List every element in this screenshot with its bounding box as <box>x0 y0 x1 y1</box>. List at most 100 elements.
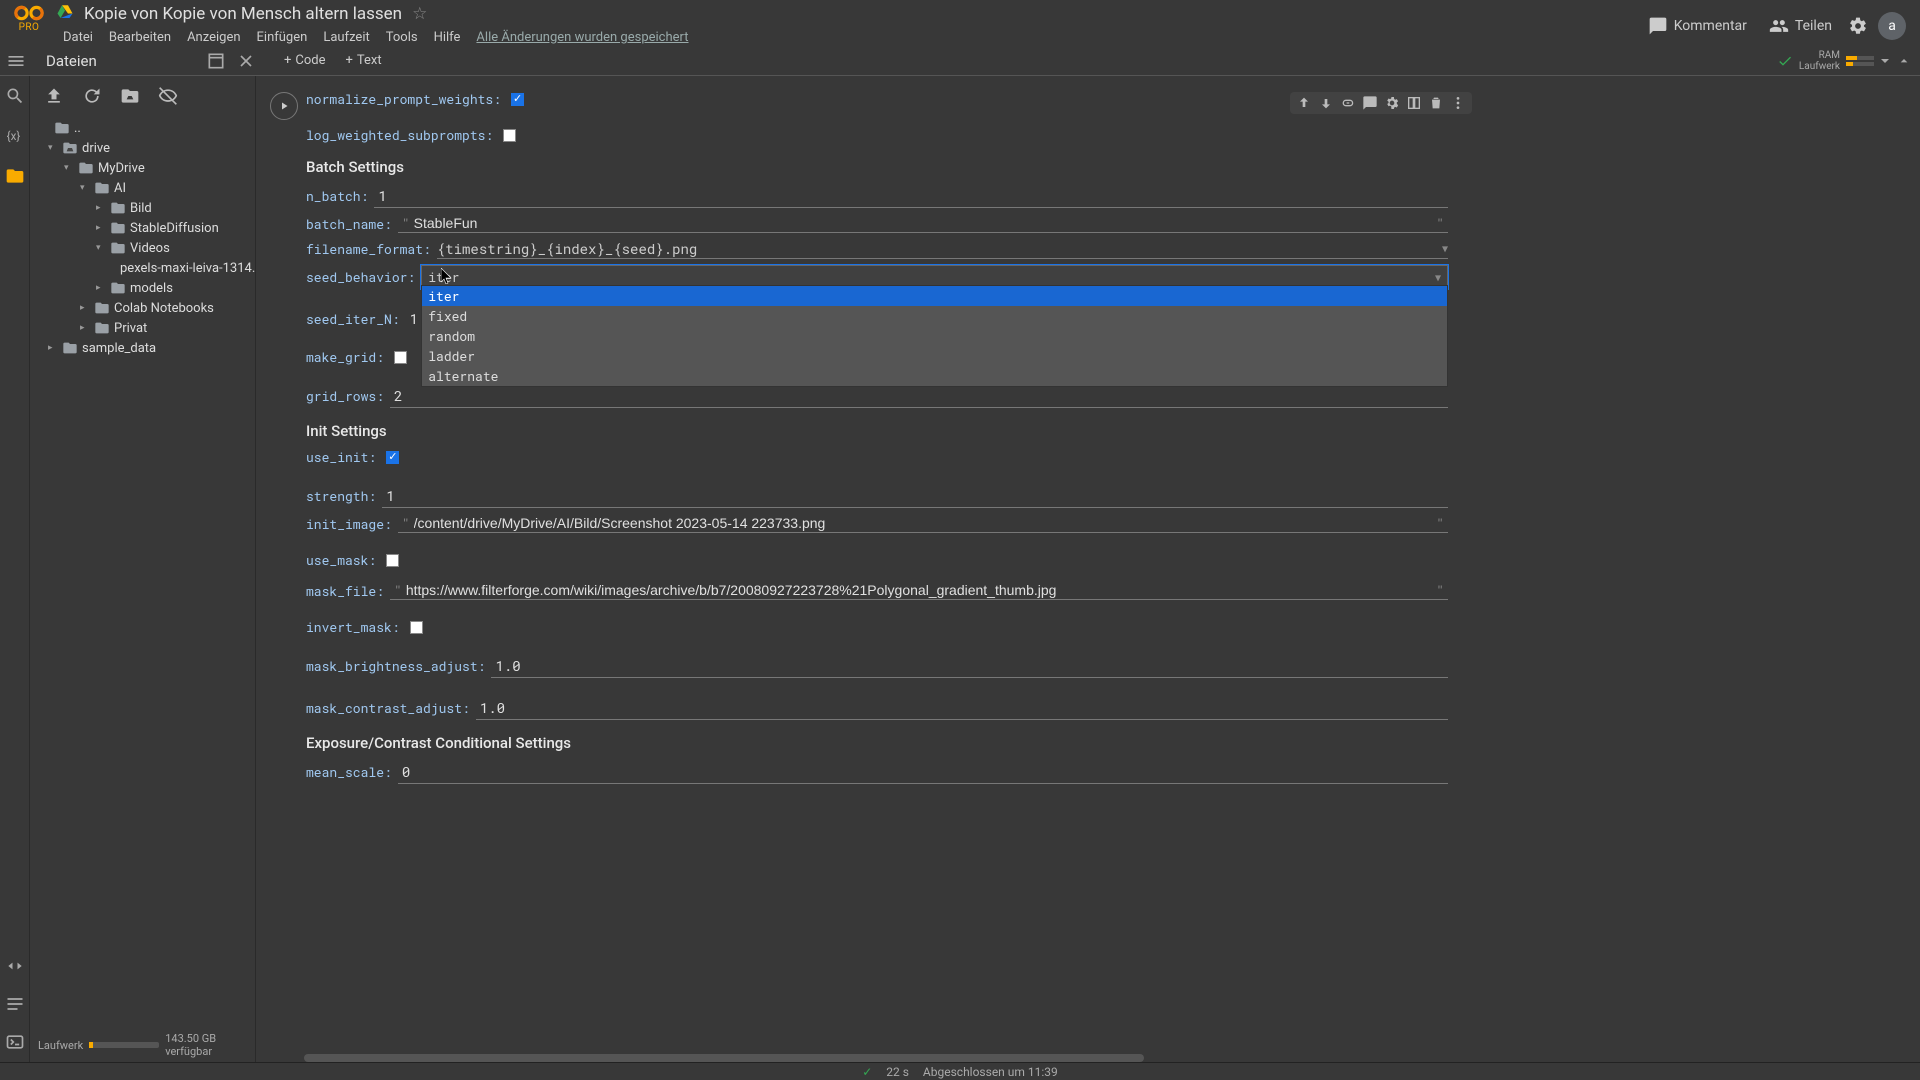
variables-icon[interactable]: {x} <box>5 126 25 146</box>
share-icon <box>1769 16 1789 36</box>
mask-contrast-input[interactable] <box>476 696 1448 720</box>
colab-logo-icon[interactable] <box>14 3 44 23</box>
use-init-checkbox[interactable] <box>386 451 399 464</box>
files-tab-icon[interactable] <box>5 166 25 186</box>
normalize-prompt-weights-checkbox[interactable] <box>511 93 524 106</box>
search-icon[interactable] <box>5 86 25 106</box>
tree-item[interactable]: ▸Privat <box>34 318 251 338</box>
row-use-init: use_init: <box>306 448 1448 466</box>
tree-label: pexels-maxi-leiva-1314… <box>120 261 255 276</box>
row-filename-format: filename_format: {timestring}_{index}_{s… <box>306 239 1448 259</box>
hidden-files-icon[interactable] <box>158 86 178 106</box>
field-label: n_batch: <box>306 187 368 205</box>
use-mask-checkbox[interactable] <box>386 554 399 567</box>
tree-item[interactable]: ▾drive <box>34 138 251 158</box>
field-label: use_mask: <box>306 551 376 569</box>
tree-label: Bild <box>130 201 152 216</box>
field-label: grid_rows: <box>306 387 384 405</box>
share-button[interactable]: Teilen <box>1763 12 1838 40</box>
mask-brightness-input[interactable] <box>491 654 1448 678</box>
save-status[interactable]: Alle Änderungen wurden gespeichert <box>469 27 695 48</box>
add-text-button[interactable]: +Text <box>338 51 390 70</box>
dropdown-option-alternate[interactable]: alternate <box>422 366 1447 386</box>
tree-item[interactable]: pexels-maxi-leiva-1314… <box>34 258 251 278</box>
settings-icon[interactable] <box>1848 16 1868 36</box>
new-window-icon[interactable] <box>206 51 226 71</box>
dropdown-option-fixed[interactable]: fixed <box>422 306 1447 326</box>
batch-name-input[interactable] <box>414 215 1433 231</box>
disk-bar <box>89 1042 159 1048</box>
field-label: filename_format: <box>306 240 431 258</box>
tree-up[interactable]: .. <box>34 118 251 138</box>
sidebar-title: Dateien <box>36 52 196 70</box>
filename-format-select[interactable]: {timestring}_{index}_{seed}.png▼ <box>437 239 1448 259</box>
tree-item[interactable]: ▸Colab Notebooks <box>34 298 251 318</box>
more-icon[interactable] <box>1450 95 1466 111</box>
comment-label: Kommentar <box>1674 18 1747 34</box>
runtime-indicator[interactable]: RAMLaufwerk <box>1777 50 1912 72</box>
tree-label: sample_data <box>82 341 156 356</box>
app-header: PRO Kopie von Kopie von Mensch altern la… <box>0 0 1920 46</box>
menu-file[interactable]: Datei <box>56 27 100 48</box>
row-init-image: init_image: "" <box>306 514 1448 533</box>
tree-item[interactable]: ▾AI <box>34 178 251 198</box>
menu-view[interactable]: Anzeigen <box>180 27 247 48</box>
doc-title[interactable]: Kopie von Kopie von Mensch altern lassen <box>84 4 402 24</box>
command-palette-icon[interactable] <box>5 994 25 1014</box>
row-n-batch: n_batch: <box>306 184 1448 208</box>
log-weighted-subprompts-checkbox[interactable] <box>503 129 516 142</box>
mask-file-input[interactable] <box>406 582 1432 598</box>
menu-tools[interactable]: Tools <box>379 27 425 48</box>
gdrive-icon <box>56 3 74 25</box>
tree-label: Videos <box>130 241 170 256</box>
caret-down-icon[interactable] <box>1880 56 1890 66</box>
grid-rows-input[interactable] <box>390 384 1448 408</box>
terminal-icon[interactable] <box>5 1032 25 1052</box>
menu-edit[interactable]: Bearbeiten <box>102 27 178 48</box>
run-cell-button[interactable] <box>270 92 298 120</box>
dropdown-option-ladder[interactable]: ladder <box>422 346 1447 366</box>
tree-label: MyDrive <box>98 161 145 176</box>
status-time: 22 s <box>886 1065 909 1079</box>
svg-text:{x}: {x} <box>6 129 20 143</box>
avatar[interactable]: a <box>1878 12 1906 40</box>
pro-badge: PRO <box>19 22 40 33</box>
field-label: seed_iter_N: <box>306 310 400 328</box>
tree-item[interactable]: ▾Videos <box>34 238 251 258</box>
menu-bar: Datei Bearbeiten Anzeigen Einfügen Laufz… <box>56 27 696 48</box>
dropdown-option-random[interactable]: random <box>422 326 1447 346</box>
menu-icon[interactable] <box>6 51 26 71</box>
invert-mask-checkbox[interactable] <box>410 621 423 634</box>
add-code-button[interactable]: +Code <box>276 51 334 70</box>
n-batch-input[interactable] <box>374 184 1448 208</box>
field-label: batch_name: <box>306 215 392 233</box>
tree-item[interactable]: ▸models <box>34 278 251 298</box>
star-icon[interactable]: ☆ <box>412 4 427 24</box>
code-snippets-icon[interactable] <box>5 956 25 976</box>
init-image-input[interactable] <box>414 515 1433 531</box>
mount-drive-icon[interactable] <box>120 86 140 106</box>
menu-runtime[interactable]: Laufzeit <box>316 27 376 48</box>
comment-icon <box>1648 16 1668 36</box>
comment-button[interactable]: Kommentar <box>1642 12 1753 40</box>
mean-scale-input[interactable] <box>398 760 1448 784</box>
strength-input[interactable] <box>382 484 1448 508</box>
caret-down-icon: ▼ <box>1442 242 1448 255</box>
tree-item[interactable]: ▸StableDiffusion <box>34 218 251 238</box>
seed-behavior-dropdown: iter fixed random ladder alternate <box>421 285 1448 387</box>
play-icon <box>278 100 290 112</box>
collapse-icon[interactable] <box>1896 53 1912 69</box>
make-grid-checkbox[interactable] <box>394 351 407 364</box>
dropdown-option-iter[interactable]: iter <box>422 286 1447 306</box>
horizontal-scrollbar[interactable] <box>304 1054 1144 1062</box>
section-exposure-settings: Exposure/Contrast Conditional Settings <box>306 734 1448 752</box>
close-panel-icon[interactable] <box>236 51 256 71</box>
row-mask-contrast: mask_contrast_adjust: <box>306 696 1448 720</box>
upload-icon[interactable] <box>44 86 64 106</box>
menu-help[interactable]: Hilfe <box>427 27 468 48</box>
refresh-icon[interactable] <box>82 86 102 106</box>
tree-item[interactable]: ▸Bild <box>34 198 251 218</box>
tree-item[interactable]: ▾MyDrive <box>34 158 251 178</box>
menu-insert[interactable]: Einfügen <box>250 27 315 48</box>
tree-item[interactable]: ▸sample_data <box>34 338 251 358</box>
